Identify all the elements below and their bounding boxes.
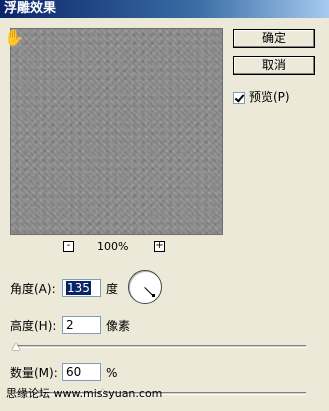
angle-unit: 度	[106, 282, 119, 296]
preview-checkbox-label: 预览(P)	[249, 90, 290, 104]
preview-checkbox[interactable]	[233, 91, 245, 104]
amount-input[interactable]: 60	[62, 363, 101, 381]
height-value: 2	[66, 318, 74, 332]
watermark-text: 思缘论坛 www.missyuan.com	[6, 387, 163, 400]
cancel-button[interactable]: 取消	[233, 56, 315, 75]
height-input[interactable]: 2	[62, 316, 101, 334]
height-label: 高度(H):	[10, 319, 57, 333]
angle-value: 135	[66, 281, 91, 295]
height-slider-track[interactable]	[16, 345, 306, 348]
preview-area[interactable]	[10, 28, 223, 235]
angle-dial[interactable]	[128, 270, 162, 304]
preview-checkbox-row[interactable]: 预览(P)	[233, 89, 290, 105]
height-unit: 像素	[106, 319, 131, 333]
angle-label: 角度(A):	[10, 282, 56, 296]
zoom-level: 100%	[97, 240, 129, 253]
amount-label: 数量(M):	[10, 366, 58, 380]
ok-button[interactable]: 确定	[233, 29, 315, 48]
hand-cursor-icon: ✋	[4, 28, 24, 47]
amount-unit: %	[106, 366, 118, 380]
window-title: 浮雕效果	[0, 0, 329, 18]
amount-value: 60	[66, 365, 82, 379]
angle-input[interactable]: 135	[62, 279, 101, 297]
zoom-out-button[interactable]: -	[63, 241, 74, 252]
height-slider-thumb[interactable]	[12, 343, 20, 350]
angle-dial-dot	[152, 294, 155, 297]
zoom-in-button[interactable]: +	[154, 241, 165, 252]
